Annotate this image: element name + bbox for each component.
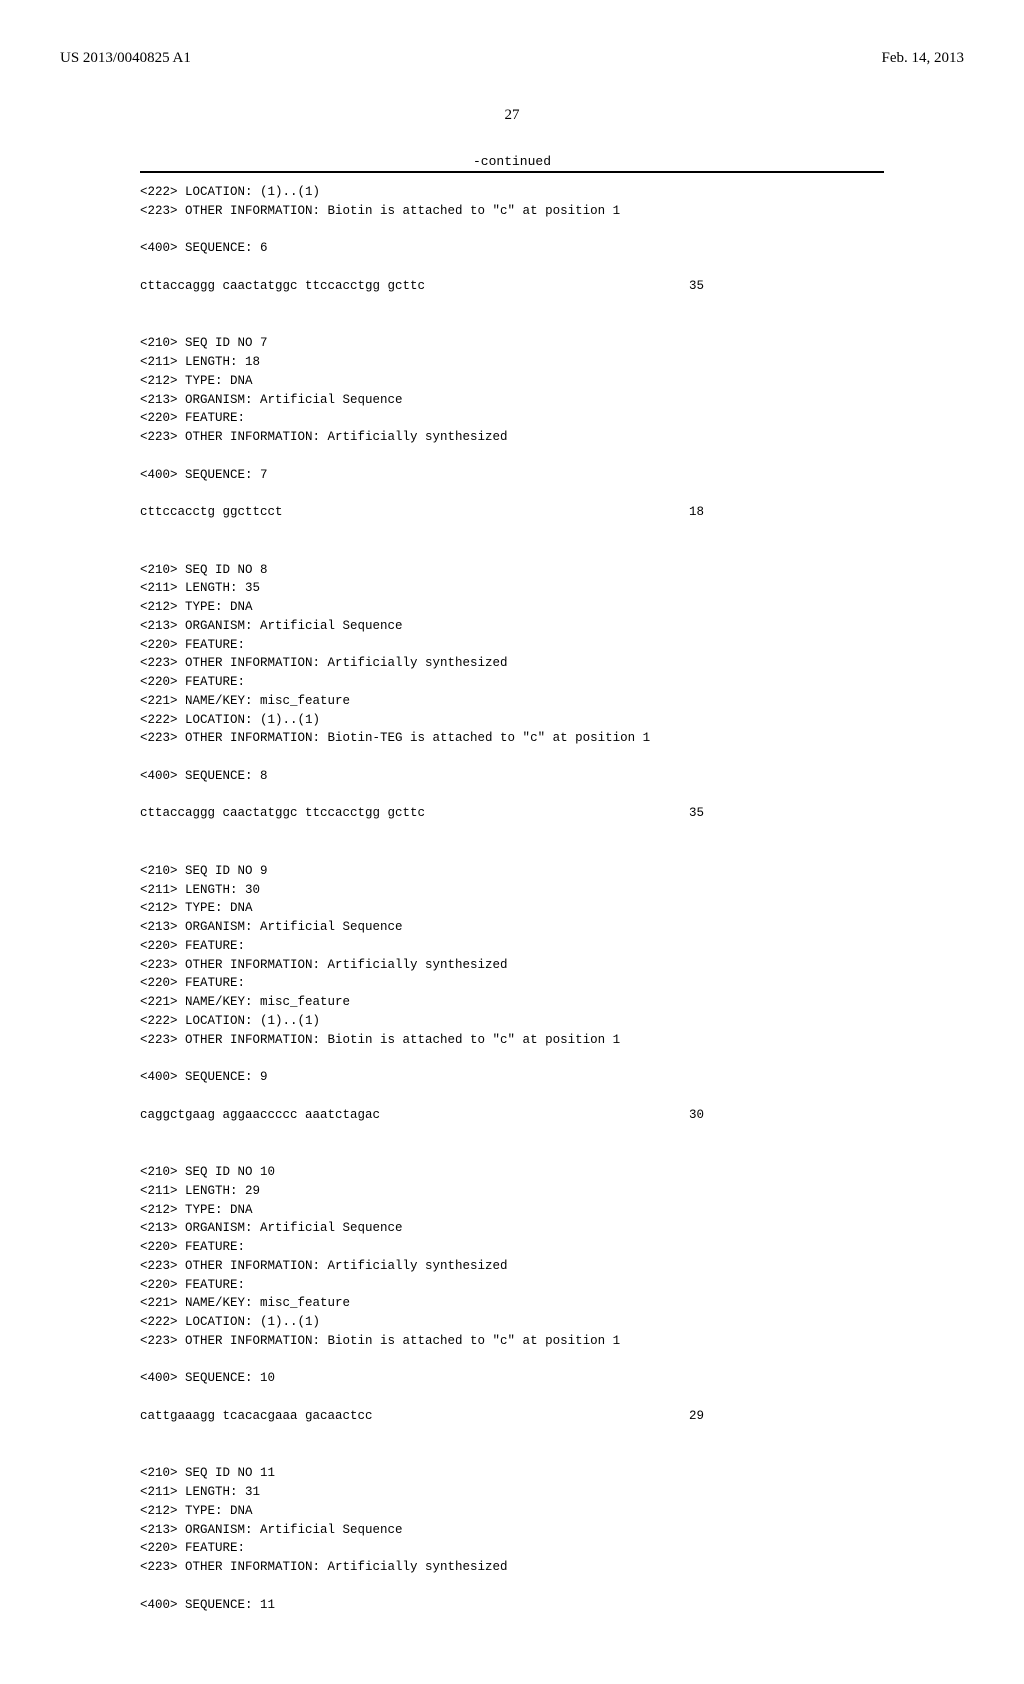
sequence-meta-line: <210> SEQ ID NO 10 bbox=[140, 1163, 884, 1182]
spacer bbox=[140, 1087, 884, 1106]
sequence-meta-line: <212> TYPE: DNA bbox=[140, 899, 884, 918]
sequence-meta-line: <211> LENGTH: 18 bbox=[140, 353, 884, 372]
sequence-block: <210> SEQ ID NO 7<211> LENGTH: 18<212> T… bbox=[140, 334, 884, 540]
divider bbox=[140, 171, 884, 173]
sequence-text: cttccacctg ggcttcct bbox=[140, 503, 283, 522]
sequence-text: cttaccaggg caactatggc ttccacctgg gcttc bbox=[140, 804, 425, 823]
sequence-meta-line: <210> SEQ ID NO 7 bbox=[140, 334, 884, 353]
sequence-meta-line: <223> OTHER INFORMATION: Artificially sy… bbox=[140, 1257, 884, 1276]
spacer bbox=[140, 1426, 884, 1445]
sequence-meta-line: <220> FEATURE: bbox=[140, 1539, 884, 1558]
sequence-meta-line: <210> SEQ ID NO 11 bbox=[140, 1464, 884, 1483]
sequence-meta-line: <210> SEQ ID NO 8 bbox=[140, 561, 884, 580]
sequence-meta-line: <220> FEATURE: bbox=[140, 673, 884, 692]
sequence-meta-line: <213> ORGANISM: Artificial Sequence bbox=[140, 918, 884, 937]
sequence-meta-line: <223> OTHER INFORMATION: Artificially sy… bbox=[140, 956, 884, 975]
sequence-meta-line: <212> TYPE: DNA bbox=[140, 598, 884, 617]
sequence-length-number: 30 bbox=[689, 1106, 884, 1125]
sequence-meta-line: <213> ORGANISM: Artificial Sequence bbox=[140, 1219, 884, 1238]
sequence-meta-line: <211> LENGTH: 35 bbox=[140, 579, 884, 598]
sequence-meta-line: <222> LOCATION: (1)..(1) bbox=[140, 1313, 884, 1332]
publication-number: US 2013/0040825 A1 bbox=[60, 50, 191, 67]
sequence-meta-line: <212> TYPE: DNA bbox=[140, 1201, 884, 1220]
sequence-meta-line: <210> SEQ ID NO 9 bbox=[140, 862, 884, 881]
sequence-meta-line bbox=[140, 1577, 884, 1596]
sequence-meta-line: <400> SEQUENCE: 8 bbox=[140, 767, 884, 786]
continued-label: -continued bbox=[60, 154, 964, 169]
sequence-meta-line: <400> SEQUENCE: 6 bbox=[140, 239, 884, 258]
sequence-meta-line bbox=[140, 748, 884, 767]
sequence-meta-line: <211> LENGTH: 30 bbox=[140, 881, 884, 900]
sequence-meta-line: <400> SEQUENCE: 11 bbox=[140, 1596, 884, 1615]
sequence-text: cattgaaagg tcacacgaaa gacaactcc bbox=[140, 1407, 373, 1426]
sequence-meta-line bbox=[140, 221, 884, 240]
sequence-block: <210> SEQ ID NO 8<211> LENGTH: 35<212> T… bbox=[140, 561, 884, 842]
sequence-meta-line: <220> FEATURE: bbox=[140, 636, 884, 655]
sequence-meta-line: <223> OTHER INFORMATION: Biotin is attac… bbox=[140, 1332, 884, 1351]
sequence-row: cattgaaagg tcacacgaaa gacaactcc 29 bbox=[140, 1407, 884, 1426]
sequence-block: <210> SEQ ID NO 11<211> LENGTH: 31<212> … bbox=[140, 1464, 884, 1614]
sequence-meta-line: <213> ORGANISM: Artificial Sequence bbox=[140, 617, 884, 636]
sequence-meta-line: <220> FEATURE: bbox=[140, 937, 884, 956]
sequence-meta-line: <211> LENGTH: 31 bbox=[140, 1483, 884, 1502]
sequence-meta-line bbox=[140, 1049, 884, 1068]
sequence-length-number: 35 bbox=[689, 804, 884, 823]
spacer bbox=[140, 522, 884, 541]
sequence-length-number: 29 bbox=[689, 1407, 884, 1426]
sequence-meta-line: <221> NAME/KEY: misc_feature bbox=[140, 1294, 884, 1313]
publication-date: Feb. 14, 2013 bbox=[882, 50, 965, 67]
sequence-meta-line bbox=[140, 447, 884, 466]
spacer bbox=[140, 258, 884, 277]
spacer bbox=[140, 823, 884, 842]
sequence-row: cttaccaggg caactatggc ttccacctgg gcttc 35 bbox=[140, 804, 884, 823]
spacer bbox=[140, 1124, 884, 1143]
sequence-meta-line: <223> OTHER INFORMATION: Biotin is attac… bbox=[140, 1031, 884, 1050]
page-header: US 2013/0040825 A1 Feb. 14, 2013 bbox=[60, 50, 964, 67]
sequence-meta-line: <220> FEATURE: bbox=[140, 1238, 884, 1257]
sequence-meta-line: <223> OTHER INFORMATION: Biotin-TEG is a… bbox=[140, 729, 884, 748]
sequence-length-number: 35 bbox=[689, 277, 884, 296]
sequence-block: <210> SEQ ID NO 9<211> LENGTH: 30<212> T… bbox=[140, 862, 884, 1143]
sequence-meta-line: <222> LOCATION: (1)..(1) bbox=[140, 1012, 884, 1031]
sequence-text: cttaccaggg caactatggc ttccacctgg gcttc bbox=[140, 277, 425, 296]
sequence-meta-line: <400> SEQUENCE: 9 bbox=[140, 1068, 884, 1087]
sequence-meta-line: <222> LOCATION: (1)..(1) bbox=[140, 183, 884, 202]
sequence-meta-line bbox=[140, 1351, 884, 1370]
sequence-meta-line: <213> ORGANISM: Artificial Sequence bbox=[140, 1521, 884, 1540]
sequence-meta-line: <220> FEATURE: bbox=[140, 409, 884, 428]
sequence-meta-line: <400> SEQUENCE: 7 bbox=[140, 466, 884, 485]
sequence-meta-line: <221> NAME/KEY: misc_feature bbox=[140, 692, 884, 711]
sequence-meta-line: <212> TYPE: DNA bbox=[140, 1502, 884, 1521]
sequence-meta-line: <400> SEQUENCE: 10 bbox=[140, 1369, 884, 1388]
sequence-meta-line: <220> FEATURE: bbox=[140, 1276, 884, 1295]
sequence-meta-line: <223> OTHER INFORMATION: Artificially sy… bbox=[140, 1558, 884, 1577]
sequence-meta-line: <213> ORGANISM: Artificial Sequence bbox=[140, 391, 884, 410]
spacer bbox=[140, 786, 884, 805]
sequence-row: cttaccaggg caactatggc ttccacctgg gcttc 35 bbox=[140, 277, 884, 296]
sequence-text: caggctgaag aggaaccccc aaatctagac bbox=[140, 1106, 380, 1125]
sequence-meta-line: <221> NAME/KEY: misc_feature bbox=[140, 993, 884, 1012]
sequence-meta-line: <223> OTHER INFORMATION: Artificially sy… bbox=[140, 428, 884, 447]
sequence-meta-line: <211> LENGTH: 29 bbox=[140, 1182, 884, 1201]
spacer bbox=[140, 1388, 884, 1407]
sequence-block: <210> SEQ ID NO 10<211> LENGTH: 29<212> … bbox=[140, 1163, 884, 1444]
page-container: US 2013/0040825 A1 Feb. 14, 2013 27 -con… bbox=[0, 0, 1024, 1684]
sequence-meta-line: <222> LOCATION: (1)..(1) bbox=[140, 711, 884, 730]
sequence-meta-line: <212> TYPE: DNA bbox=[140, 372, 884, 391]
sequence-block: <222> LOCATION: (1)..(1)<223> OTHER INFO… bbox=[140, 183, 884, 314]
sequence-row: caggctgaag aggaaccccc aaatctagac 30 bbox=[140, 1106, 884, 1125]
sequence-listing: <222> LOCATION: (1)..(1)<223> OTHER INFO… bbox=[140, 183, 884, 1614]
sequence-meta-line: <223> OTHER INFORMATION: Artificially sy… bbox=[140, 654, 884, 673]
spacer bbox=[140, 296, 884, 315]
sequence-row: cttccacctg ggcttcct 18 bbox=[140, 503, 884, 522]
sequence-meta-line: <223> OTHER INFORMATION: Biotin is attac… bbox=[140, 202, 884, 221]
spacer bbox=[140, 484, 884, 503]
sequence-length-number: 18 bbox=[689, 503, 884, 522]
page-number: 27 bbox=[60, 107, 964, 124]
sequence-meta-line: <220> FEATURE: bbox=[140, 974, 884, 993]
